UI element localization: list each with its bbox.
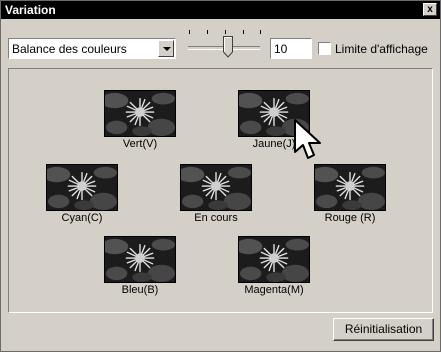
display-limit-checkbox[interactable] (318, 42, 331, 55)
slider-tick (260, 30, 261, 34)
slider-tick (243, 30, 244, 34)
variation-preview-panel: Vert(V) Jaune(J) Cyan(C) En cours Rouge (R) B… (8, 68, 433, 313)
window-title: Variation (5, 3, 56, 17)
step-slider[interactable] (186, 29, 264, 63)
variation-thumbnail-cyan[interactable]: Cyan(C) (46, 164, 118, 224)
pointer-cursor-icon (294, 119, 321, 159)
color-balance-select[interactable]: Balance des couleurs (8, 38, 176, 59)
variation-thumbnail-magenta[interactable]: Magenta(M) (238, 236, 310, 296)
close-button[interactable]: x (423, 3, 437, 16)
variation-preview-image[interactable] (180, 164, 252, 211)
variation-preview-image[interactable] (238, 236, 310, 283)
variation-preview-image[interactable] (104, 236, 176, 283)
slider-tick (207, 30, 208, 34)
step-input-value: 10 (274, 42, 288, 56)
step-input[interactable]: 10 (270, 38, 312, 59)
variation-preview-image[interactable] (46, 164, 118, 211)
chevron-down-icon (163, 47, 171, 51)
variation-label: Magenta(M) (244, 284, 304, 296)
variation-label: Rouge (R) (324, 212, 376, 224)
variation-preview-image[interactable] (104, 90, 176, 137)
variation-dialog: Variation x Balance des couleurs 10 Limi… (0, 0, 441, 352)
variation-label: Vert(V) (122, 138, 158, 150)
variation-label: Bleu(B) (121, 284, 159, 296)
variation-thumbnail-current[interactable]: En cours (180, 164, 252, 224)
slider-tick (225, 30, 226, 34)
reset-button[interactable]: Réinitialisation (333, 318, 434, 341)
variation-label: En cours (194, 212, 238, 224)
dropdown-button[interactable] (158, 40, 174, 57)
display-limit-label[interactable]: Limite d'affichage (335, 42, 428, 56)
slider-tick (189, 30, 190, 34)
variation-thumbnail-vert[interactable]: Vert(V) (104, 90, 176, 150)
variation-thumbnail-bleu[interactable]: Bleu(B) (104, 236, 176, 296)
variation-thumbnail-rouge[interactable]: Rouge (R) (314, 164, 386, 224)
color-balance-select-value: Balance des couleurs (12, 42, 127, 56)
variation-preview-image[interactable] (314, 164, 386, 211)
slider-thumb[interactable] (223, 36, 233, 58)
variation-label: Cyan(C) (61, 212, 103, 224)
title-bar[interactable]: Variation x (1, 1, 440, 19)
